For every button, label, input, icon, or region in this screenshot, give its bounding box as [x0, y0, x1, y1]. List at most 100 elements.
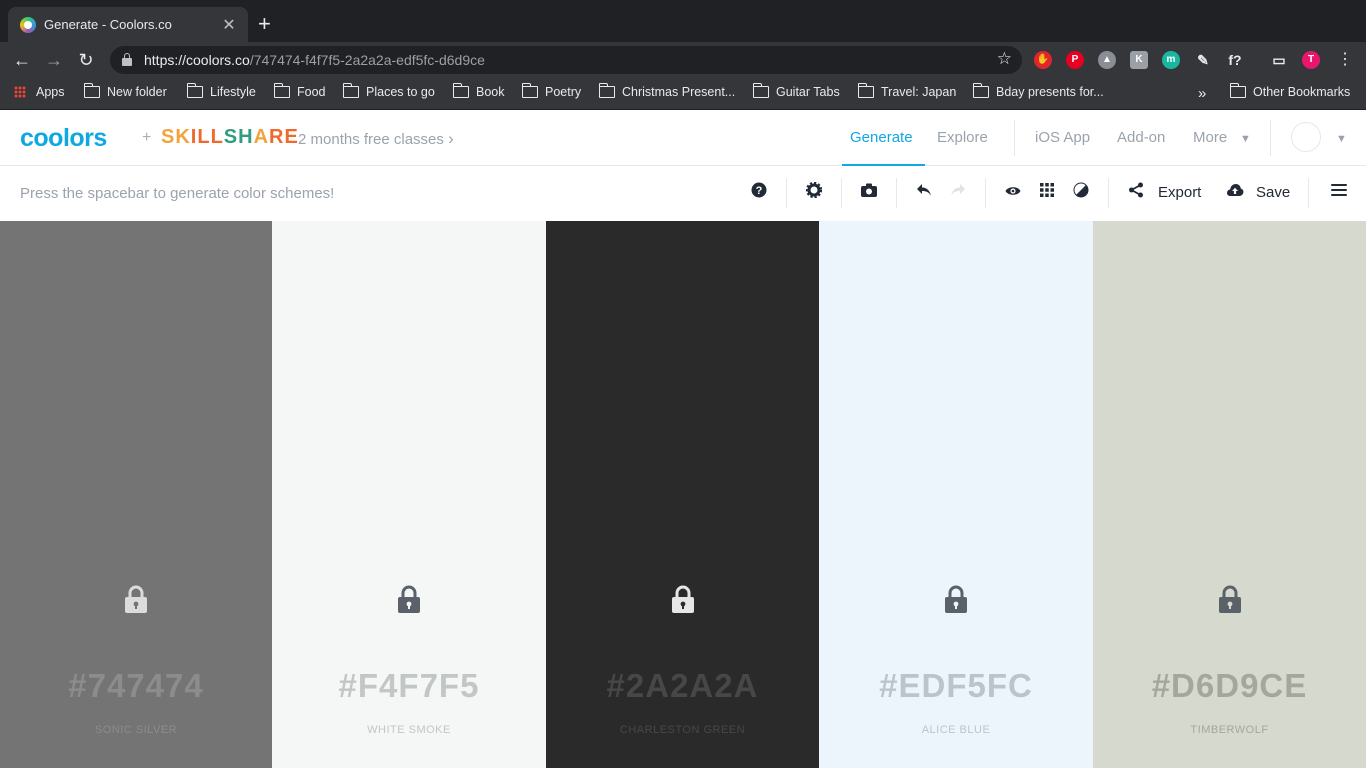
header-divider — [1014, 120, 1015, 156]
user-avatar[interactable] — [1291, 122, 1321, 152]
address-bar[interactable]: https://coolors.co/747474-f4f7f5-2a2a2a-… — [110, 46, 1022, 74]
swatch-color-name: SONIC SILVER — [94, 724, 178, 736]
swatch-color-name: CHARLESTON GREEN — [619, 724, 746, 736]
promo-arrow-icon: › — [448, 129, 454, 148]
color-swatch[interactable]: #EDF5FC ALICE BLUE — [819, 221, 1093, 768]
toolbar-divider — [896, 178, 897, 208]
formula-icon[interactable]: f? — [1226, 51, 1244, 69]
bookmarks-overflow-chevron[interactable]: » — [1198, 85, 1206, 102]
bookmark-label: Apps — [36, 85, 65, 99]
forward-arrow-icon[interactable]: → — [42, 48, 66, 72]
bookmark-folder[interactable]: Food — [273, 83, 326, 99]
profile-avatar[interactable]: T — [1302, 51, 1320, 69]
toolbar-divider — [841, 178, 842, 208]
tab-close-icon[interactable]: ✕ — [220, 15, 238, 35]
swatch-hex[interactable]: #747474 — [0, 667, 272, 705]
color-swatch[interactable]: #2A2A2A CHARLESTON GREEN — [546, 221, 819, 768]
lock-icon[interactable] — [124, 585, 148, 613]
bookmark-folder[interactable]: Places to go — [342, 83, 435, 99]
view-eye-icon[interactable] — [1002, 182, 1024, 204]
bookmarks-bar: Apps New folder Lifestyle Food Places to… — [0, 78, 1366, 110]
bookmark-folder[interactable]: Book — [452, 83, 505, 99]
export-button[interactable]: Export — [1158, 184, 1201, 201]
folder-icon — [598, 83, 615, 98]
back-arrow-icon[interactable]: ← — [10, 48, 34, 72]
promo-text: 2 months free classes — [298, 131, 444, 148]
bookmark-folder[interactable]: Poetry — [521, 83, 582, 99]
drive-icon[interactable]: ▲ — [1098, 51, 1116, 69]
color-swatch[interactable]: #F4F7F5 WHITE SMOKE — [272, 221, 546, 768]
bookmark-star-icon[interactable]: ☆ — [997, 49, 1012, 69]
bookmark-label: Poetry — [545, 85, 582, 99]
swatch-hex[interactable]: #F4F7F5 — [272, 667, 546, 705]
promo-link[interactable]: 2 months free classes › — [298, 129, 454, 149]
lock-icon[interactable] — [397, 585, 421, 613]
color-swatch[interactable]: #747474 SONIC SILVER — [0, 221, 272, 768]
new-tab-button[interactable]: + — [258, 13, 271, 35]
bookmark-label: Guitar Tabs — [776, 85, 840, 99]
skillshare-letter: E — [284, 126, 299, 148]
hamburger-menu-icon[interactable] — [1328, 182, 1350, 204]
cloud-upload-icon[interactable] — [1224, 182, 1246, 204]
nav-more[interactable]: More — [1193, 129, 1227, 146]
skillshare-letter: L — [197, 126, 211, 148]
svg-text:?: ? — [756, 185, 763, 197]
bookmark-folder[interactable]: Guitar Tabs — [752, 83, 840, 99]
bookmark-folder[interactable]: Bday presents for... — [972, 83, 1104, 99]
browser-tab[interactable]: Generate - Coolors.co ✕ — [8, 7, 248, 42]
reload-icon[interactable]: ↻ — [74, 48, 98, 72]
bookmark-label: Lifestyle — [210, 85, 256, 99]
bookmark-folder[interactable]: New folder — [83, 83, 167, 99]
save-button[interactable]: Save — [1256, 184, 1290, 201]
swatch-color-name: WHITE SMOKE — [367, 724, 451, 736]
folder-icon — [1229, 83, 1246, 98]
lock-icon[interactable] — [1218, 585, 1242, 613]
nav-explore[interactable]: Explore — [937, 129, 988, 146]
account-chevron-down-icon[interactable]: ▼ — [1336, 133, 1347, 145]
grid-view-icon[interactable] — [1036, 182, 1058, 204]
tab-title: Generate - Coolors.co — [44, 17, 172, 32]
bookmark-label: Book — [476, 85, 505, 99]
bookmark-folder[interactable]: Travel: Japan — [857, 83, 956, 99]
skillshare-letter: S — [161, 126, 176, 148]
lock-icon[interactable] — [944, 585, 968, 613]
bookmark-apps[interactable]: Apps — [14, 85, 65, 99]
share-icon[interactable] — [1125, 182, 1147, 204]
skillshare-logo[interactable]: SKILLSHARE — [161, 126, 299, 149]
color-swatch[interactable]: #D6D9CE TIMBERWOLF — [1093, 221, 1366, 768]
adblock-icon[interactable]: ✋ — [1034, 51, 1052, 69]
spacebar-hint: Press the spacebar to generate color sch… — [20, 185, 335, 202]
nav-ios-app[interactable]: iOS App — [1035, 129, 1090, 146]
coolors-logo[interactable]: coolors — [20, 124, 107, 153]
browser-menu-icon[interactable]: ⋮ — [1333, 48, 1357, 72]
skillshare-letter: S — [223, 126, 239, 148]
more-chevron-down-icon[interactable]: ▼ — [1240, 133, 1251, 145]
kami-icon[interactable]: K — [1130, 51, 1148, 69]
undo-arrow-icon[interactable] — [913, 182, 935, 204]
bookmark-label: Christmas Present... — [622, 85, 736, 99]
bookmark-folder[interactable]: Lifestyle — [186, 83, 256, 99]
pinterest-icon[interactable]: P — [1066, 51, 1084, 69]
skillshare-letter: L — [210, 126, 224, 148]
camera-icon[interactable] — [858, 182, 880, 204]
mendeley-icon[interactable]: m — [1162, 51, 1180, 69]
skillshare-letter: A — [253, 126, 270, 148]
bookmark-label: Food — [297, 85, 326, 99]
settings-gear-icon[interactable] — [803, 181, 825, 204]
secure-lock-icon[interactable] — [122, 53, 132, 66]
color-palette: #747474 SONIC SILVER #F4F7F5 WHITE SMOKE… — [0, 221, 1366, 768]
lock-icon[interactable] — [671, 585, 695, 613]
help-icon[interactable]: ? — [748, 182, 770, 204]
bookmark-other[interactable]: Other Bookmarks — [1229, 83, 1350, 99]
swatch-hex[interactable]: #EDF5FC — [819, 667, 1093, 705]
swatch-hex[interactable]: #2A2A2A — [546, 667, 819, 705]
bookmark-folder[interactable]: Christmas Present... — [598, 83, 736, 99]
redo-arrow-icon[interactable] — [947, 182, 969, 204]
nav-addon[interactable]: Add-on — [1117, 129, 1165, 146]
contrast-icon[interactable] — [1070, 182, 1092, 204]
pen-icon[interactable]: ✎ — [1194, 51, 1212, 69]
swatch-color-name: TIMBERWOLF — [1190, 724, 1269, 736]
nav-generate[interactable]: Generate — [850, 129, 913, 146]
swatch-hex[interactable]: #D6D9CE — [1093, 667, 1366, 705]
cast-icon[interactable]: ▭ — [1270, 51, 1288, 69]
